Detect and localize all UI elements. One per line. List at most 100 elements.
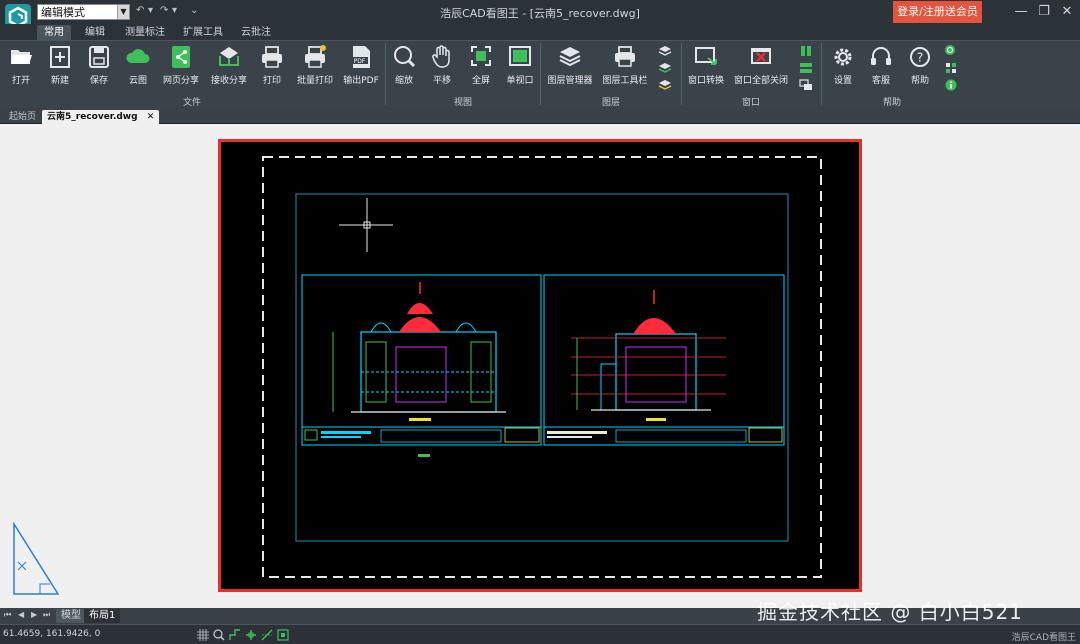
tab-start-page-label: 起始页	[9, 112, 37, 122]
search-help-icon[interactable]	[944, 44, 958, 56]
single-viewport-button[interactable]: 单视口	[502, 44, 538, 94]
info-icon[interactable]	[944, 79, 958, 91]
polar-track-icon[interactable]	[261, 629, 273, 641]
redo-dropdown-icon[interactable]: ▾	[172, 5, 177, 16]
document-tabs: 起始页 云南5_recover.dwg ✕	[0, 108, 1080, 124]
pan-button[interactable]: 平移	[425, 44, 459, 94]
ucs-axis-icon	[13, 522, 60, 595]
hand-icon	[432, 45, 450, 68]
export-pdf-label: 输出PDF	[343, 76, 379, 86]
login-register-button[interactable]: 登录/注册送会员	[893, 1, 982, 23]
layer-on-icon[interactable]	[658, 45, 672, 57]
tab-edit[interactable]: 编辑	[78, 25, 112, 40]
grid-apps-icon[interactable]	[944, 62, 958, 74]
group-file-label: 文件	[182, 98, 201, 108]
web-share-button[interactable]: 网页分享	[160, 44, 202, 94]
chevron-down-icon: ▼	[117, 5, 129, 19]
question-icon: ?	[910, 47, 930, 67]
settings-label: 设置	[833, 76, 852, 86]
cascade-icon[interactable]	[799, 79, 813, 91]
cloud-drawing-label: 云图	[128, 76, 147, 86]
undo-icon[interactable]: ↶	[136, 5, 144, 16]
drawing-sheet[interactable]	[218, 139, 862, 592]
tile-vertical-icon[interactable]	[799, 45, 813, 57]
layers-icon	[559, 47, 581, 67]
gear-icon	[834, 48, 852, 66]
restore-icon[interactable]: ❐	[1033, 2, 1055, 22]
print-button[interactable]: 打印	[256, 44, 288, 94]
fullscreen-button[interactable]: 全屏	[464, 44, 498, 94]
viewport-icon	[509, 46, 531, 66]
close-all-windows-button[interactable]: 窗口全部关闭	[732, 44, 790, 94]
new-label: 新建	[50, 76, 69, 86]
tab-layout-1[interactable]: 布局1	[84, 609, 121, 623]
magnifier-icon	[394, 46, 416, 68]
watermark-text: 掘金技术社区 @ 白小白521	[757, 600, 1023, 624]
drawing-canvas-area[interactable]	[0, 124, 1080, 608]
printer-icon	[262, 46, 282, 68]
zoom-status-icon[interactable]	[213, 629, 225, 641]
undo-dropdown-icon[interactable]: ▾	[148, 5, 153, 16]
ribbon-toolbar: 打开 新建 保存 云图 网页分享 接收分享 打印 批量打印 PDF 输出PDF …	[0, 40, 1080, 108]
zoom-label: 缩放	[394, 76, 413, 86]
tab-model[interactable]: 模型	[56, 609, 86, 623]
menu-tabs: 常用 编辑 测量标注 扩展工具 云批注	[0, 24, 1080, 40]
tab-extend-tools[interactable]: 扩展工具	[176, 25, 230, 40]
group-help-label: 帮助	[882, 98, 901, 108]
tab-measure[interactable]: 测量标注	[118, 25, 172, 40]
batch-printer-icon	[305, 45, 326, 68]
open-label: 打开	[11, 76, 30, 86]
receive-share-label: 接收分享	[210, 76, 247, 86]
prev-tab-icon[interactable]: ◀	[18, 610, 24, 619]
receive-share-button[interactable]: 接收分享	[207, 44, 251, 94]
layer-isolate-icon[interactable]	[658, 79, 672, 91]
group-view-label: 视图	[453, 98, 472, 108]
layer-toolbar-icon	[615, 46, 635, 67]
pdf-icon: PDF	[351, 46, 370, 68]
fullscreen-icon	[471, 46, 491, 66]
support-button[interactable]: 客服	[864, 44, 898, 94]
title-bar: 编辑模式 ▼ ↶ ▾ ↷ ▾ ⌄ 浩辰CAD看图王 - [云南5_recover…	[0, 0, 1080, 30]
pdf-badge: PDF	[354, 58, 366, 65]
last-tab-icon[interactable]: ⏭	[43, 610, 50, 620]
svg-text:?: ?	[917, 51, 923, 65]
layer-manager-label: 图层管理器	[547, 76, 593, 86]
redo-icon[interactable]: ↷	[160, 5, 168, 16]
tab-current-drawing[interactable]: 云南5_recover.dwg ✕	[42, 110, 160, 124]
inbox-icon	[219, 47, 239, 66]
settings-button[interactable]: 设置	[826, 44, 860, 94]
mode-select[interactable]: 编辑模式 ▼	[37, 4, 130, 20]
export-pdf-button[interactable]: PDF 输出PDF	[341, 44, 381, 94]
window-switch-label: 窗口转换	[687, 76, 724, 86]
save-button[interactable]: 保存	[82, 44, 116, 94]
batch-print-button[interactable]: 批量打印	[293, 44, 337, 94]
tab-common[interactable]: 常用	[37, 25, 71, 40]
window-switch-icon	[695, 47, 717, 65]
customize-toolbar-icon[interactable]: ⌄	[190, 5, 198, 16]
layer-off-icon[interactable]	[658, 62, 672, 74]
help-button[interactable]: ? 帮助	[903, 44, 937, 94]
close-icon[interactable]: ✕	[147, 112, 155, 122]
tab-cloud-annotate[interactable]: 云批注	[234, 25, 278, 40]
ortho-icon[interactable]	[229, 629, 241, 641]
close-icon[interactable]: ✕	[1056, 2, 1078, 22]
first-tab-icon[interactable]: ⏮	[4, 610, 11, 620]
grid-icon[interactable]	[197, 629, 209, 641]
zoom-button[interactable]: 缩放	[388, 44, 420, 94]
layer-toolbar-button[interactable]: 图层工具栏	[599, 44, 651, 94]
new-button[interactable]: 新建	[43, 44, 77, 94]
fullscreen-label: 全屏	[471, 76, 490, 86]
cloud-icon	[126, 49, 150, 63]
cloud-drawing-button[interactable]: 云图	[121, 44, 155, 94]
next-tab-icon[interactable]: ▶	[31, 610, 37, 619]
window-switch-button[interactable]: 窗口转换	[684, 44, 728, 94]
minimize-icon[interactable]: —	[1010, 2, 1032, 22]
mode-select-value: 编辑模式	[41, 6, 85, 19]
open-button[interactable]: 打开	[4, 44, 38, 94]
tile-horizontal-icon[interactable]	[799, 62, 813, 74]
tab-start-page[interactable]: 起始页	[4, 110, 41, 124]
new-file-icon	[50, 46, 70, 68]
snap-icon[interactable]	[245, 629, 257, 641]
object-snap-icon[interactable]	[277, 629, 289, 641]
layer-manager-button[interactable]: 图层管理器	[544, 44, 596, 94]
